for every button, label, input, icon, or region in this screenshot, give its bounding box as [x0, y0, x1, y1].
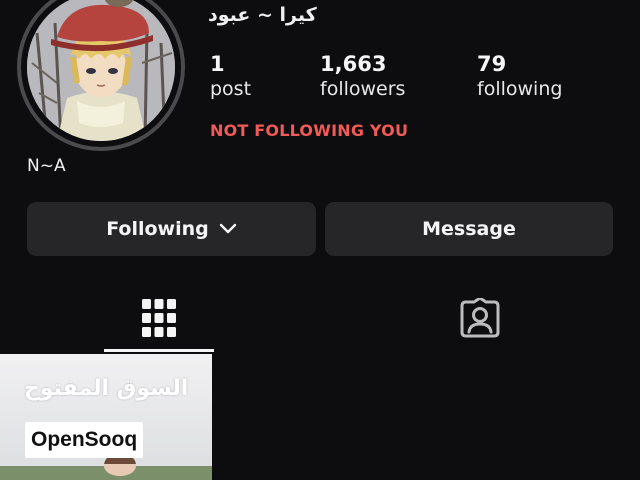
followers-count: 1,663 — [320, 52, 387, 76]
active-tab-indicator — [104, 349, 214, 352]
posts-label: post — [210, 78, 252, 100]
following-count: 79 — [477, 52, 507, 76]
following-button-label: Following — [106, 218, 209, 240]
following-label: following — [477, 78, 563, 100]
profile-bio: N~A — [27, 156, 66, 176]
tab-posts-grid[interactable] — [104, 290, 214, 350]
stat-following[interactable]: 79 following — [477, 52, 562, 102]
grid-icon — [142, 299, 176, 341]
message-button[interactable]: Message — [325, 202, 613, 256]
message-button-label: Message — [422, 218, 516, 240]
post-thumbnail[interactable]: السوق المفتوح OpenSooq — [0, 354, 212, 480]
chevron-down-icon — [219, 223, 237, 235]
post-thumbnail-arabic-text: السوق المفتوح — [24, 376, 189, 401]
profile-avatar[interactable] — [17, 0, 185, 151]
tab-tagged[interactable] — [425, 290, 535, 350]
posts-count: 1 — [210, 52, 225, 76]
not-following-you-badge: NOT FOLLOWING YOU — [210, 121, 409, 140]
avatar-image — [27, 0, 175, 141]
tagged-person-icon — [460, 296, 500, 342]
avatar-illustration — [27, 0, 175, 141]
stat-posts[interactable]: 1 post — [210, 52, 251, 102]
post-thumbnail-image — [0, 354, 212, 480]
profile-display-name: كيرا ~ عبود — [208, 4, 317, 26]
stat-followers[interactable]: 1,663 followers — [320, 52, 405, 102]
followers-label: followers — [320, 78, 406, 100]
following-button[interactable]: Following — [27, 202, 316, 256]
opensooq-logo: OpenSooq — [25, 422, 144, 458]
